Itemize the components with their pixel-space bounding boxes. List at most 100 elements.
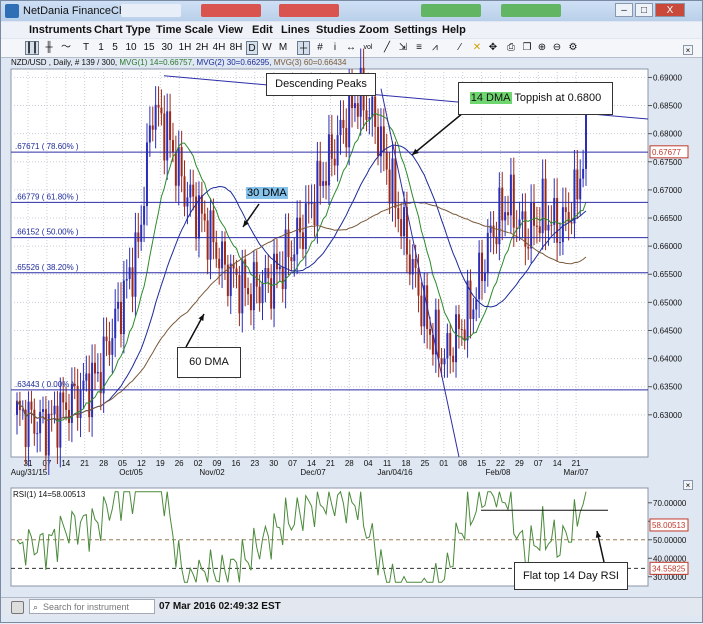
month-axis-label: Jan/04/16: [377, 468, 413, 477]
candle-body: [273, 253, 276, 309]
candle-body: [544, 178, 547, 231]
rsi-current-label: 58.00513: [652, 521, 686, 530]
status-settings-icon[interactable]: [11, 601, 24, 614]
candle-body: [50, 413, 53, 415]
candle-body: [310, 202, 313, 205]
candle-body: [403, 207, 406, 237]
candle-body: [356, 103, 359, 117]
fib-level-label: .66779 ( 61.80% ): [15, 192, 79, 201]
candle-body: [530, 202, 533, 249]
candle-body: [374, 96, 377, 127]
candle-body: [192, 184, 195, 197]
candle-body: [440, 358, 443, 365]
dma30-tag: 30 DMA: [246, 187, 288, 199]
candle-body: [258, 286, 261, 304]
instrument-search-input[interactable]: ⌕ Search for instrument: [29, 599, 155, 614]
candle-body: [466, 280, 469, 341]
candle-body: [177, 147, 180, 186]
candle-body: [327, 134, 330, 186]
date-axis-label: 28: [99, 459, 108, 468]
candle-body: [307, 203, 310, 205]
candle-body: [221, 241, 224, 269]
candle-body: [492, 225, 495, 237]
candle-body: [414, 258, 417, 268]
price-plot-area: [10, 68, 649, 458]
date-axis-label: 14: [61, 459, 70, 468]
candle-body: [27, 401, 30, 447]
candle-body: [564, 207, 567, 212]
date-axis-label: 08: [458, 459, 467, 468]
date-axis-label: 18: [402, 459, 411, 468]
candle-body: [333, 158, 336, 166]
candle-body: [342, 119, 345, 128]
candle-body: [385, 151, 388, 170]
candle-body: [579, 178, 582, 200]
candle-body: [163, 113, 166, 161]
month-axis-label: Oct/05: [119, 468, 143, 477]
price-axis-label: 0.66500: [653, 214, 682, 223]
price-axis-label: 0.68000: [653, 130, 682, 139]
month-axis-label: Feb/08: [486, 468, 511, 477]
candle-body: [41, 409, 44, 412]
candle-body: [117, 301, 120, 309]
candle-body: [411, 258, 414, 275]
candle-body: [166, 111, 169, 161]
price-axis-label: 0.64000: [653, 355, 682, 364]
price-axis-label: 0.65000: [653, 298, 682, 307]
candle-body: [281, 266, 284, 290]
date-axis-label: 09: [213, 459, 222, 468]
candle-body: [119, 301, 122, 335]
candle-body: [296, 217, 299, 255]
candle-body: [538, 226, 541, 234]
candle-body: [82, 380, 85, 391]
candle-body: [134, 232, 137, 297]
candle-body: [570, 222, 573, 224]
candle-body: [339, 119, 342, 136]
candle-body: [157, 104, 160, 108]
candle-body: [264, 268, 267, 283]
candle-body: [336, 135, 339, 166]
candle-body: [509, 174, 512, 216]
status-datetime: 07 Mar 2016 02:49:32 EST: [159, 601, 281, 612]
candle-body: [229, 263, 232, 297]
candle-body: [215, 242, 218, 259]
candle-body: [463, 329, 466, 341]
candle-body: [400, 219, 403, 237]
candle-body: [209, 210, 212, 260]
candle-body: [478, 252, 481, 300]
date-axis-label: 21: [572, 459, 581, 468]
candle-body: [85, 373, 88, 381]
date-axis-label: 02: [194, 459, 203, 468]
candle-body: [394, 158, 397, 209]
candle-body: [154, 104, 157, 130]
date-axis-label: 19: [156, 459, 165, 468]
candle-body: [65, 402, 68, 410]
candle-body: [345, 127, 348, 148]
candle-body: [278, 266, 281, 270]
date-axis-label: 23: [250, 459, 259, 468]
candle-body: [270, 278, 273, 309]
candle-body: [247, 288, 250, 295]
candle-body: [582, 168, 585, 179]
date-axis-label: 26: [175, 459, 184, 468]
fib-level-label: .65526 ( 38.20% ): [15, 263, 79, 272]
price-axis-label: 0.68500: [653, 102, 682, 111]
dma14-callout: 14 DMA Toppish at 0.6800: [458, 82, 613, 115]
candle-body: [507, 212, 510, 216]
candle-body: [39, 411, 42, 434]
candle-body: [62, 392, 65, 403]
date-axis-label: 16: [231, 459, 240, 468]
candle-body: [388, 169, 391, 204]
candle-body: [143, 206, 146, 225]
candle-body: [148, 125, 151, 143]
candle-body: [319, 160, 322, 186]
candle-body: [455, 314, 458, 363]
candle-body: [131, 267, 134, 297]
candle-body: [469, 280, 472, 320]
candle-body: [316, 160, 319, 226]
candle-body: [203, 213, 206, 221]
candle-body: [189, 184, 192, 198]
month-axis-label: Aug/31/15: [11, 468, 48, 477]
candle-body: [53, 405, 56, 415]
search-placeholder: Search for instrument: [43, 602, 130, 612]
